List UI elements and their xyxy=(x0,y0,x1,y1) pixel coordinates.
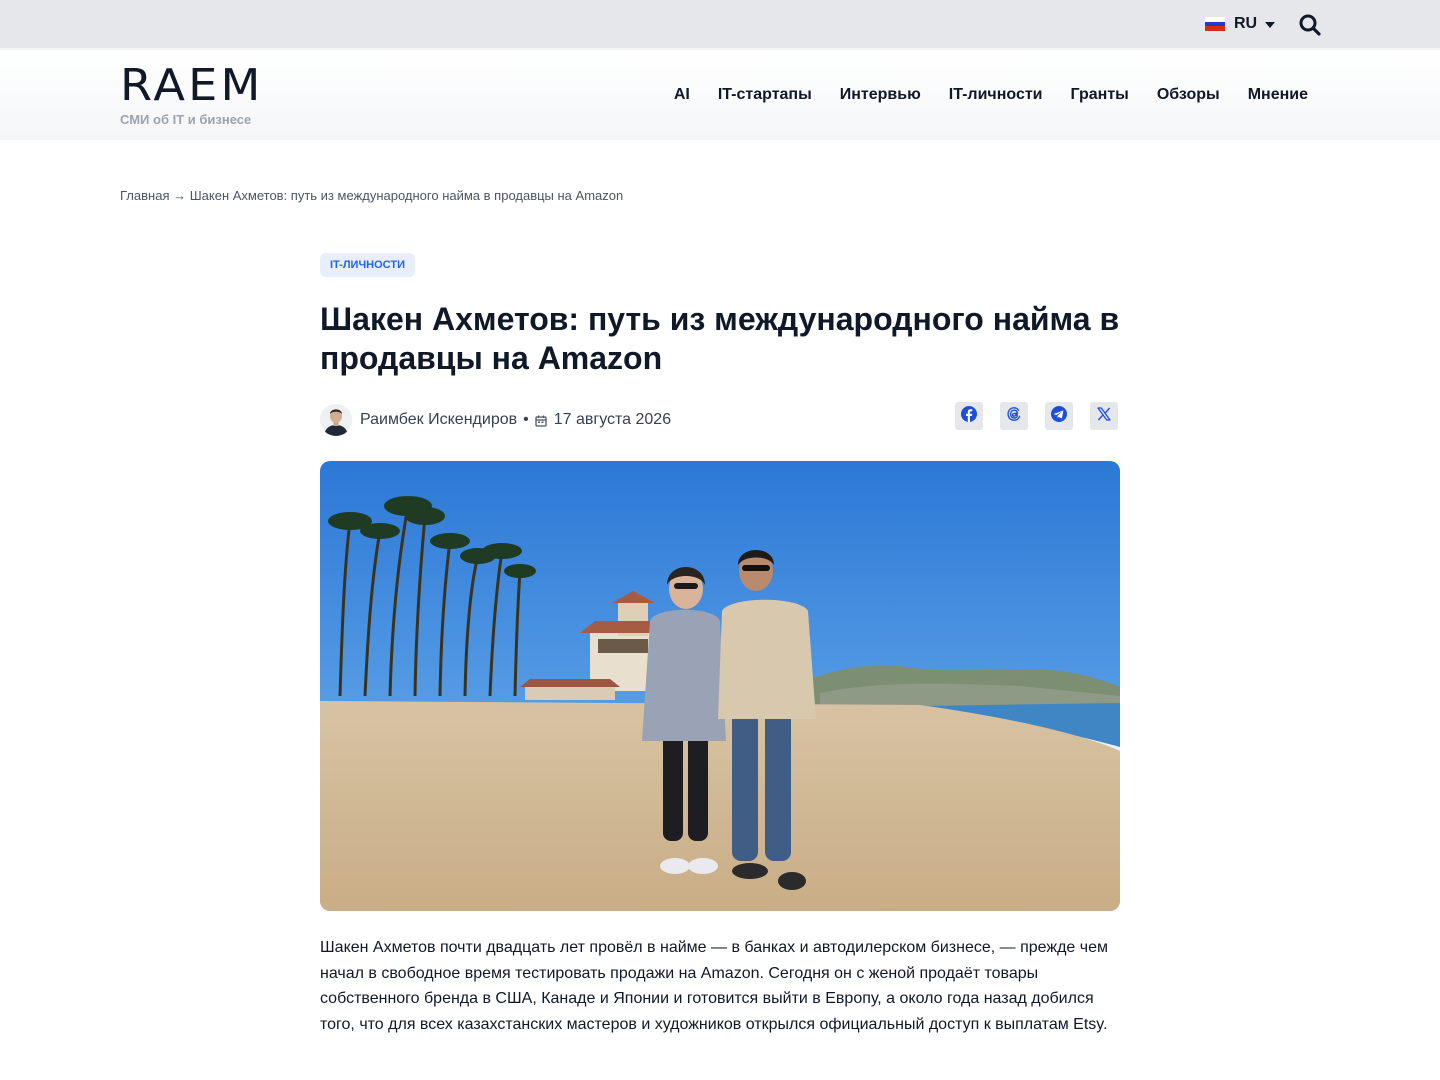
threads-icon xyxy=(1006,406,1022,427)
article-meta: Раимбек Искендиров • 17 августа 2026 xyxy=(320,402,671,438)
author-avatar[interactable] xyxy=(320,404,352,436)
breadcrumb: Главная → Шакен Ахметов: путь из междуна… xyxy=(120,188,623,203)
author-name[interactable]: Раимбек Искендиров xyxy=(360,411,517,429)
russia-flag-icon xyxy=(1205,17,1225,32)
x-icon xyxy=(1096,406,1112,427)
site-logo[interactable]: RAEM СМИ об IT и бизнесе xyxy=(120,64,270,128)
site-header: RAEM СМИ об IT и бизнесе AI IT-стартапы … xyxy=(0,48,1440,140)
logo-tagline: СМИ об IT и бизнесе xyxy=(120,112,252,127)
breadcrumb-current: Шакен Ахметов: путь из международного на… xyxy=(189,188,624,203)
search-icon[interactable] xyxy=(1298,13,1322,37)
top-bar: RU xyxy=(0,0,1440,48)
share-buttons xyxy=(955,402,1118,430)
nav-item-reviews[interactable]: Обзоры xyxy=(1157,86,1220,104)
share-telegram-button[interactable] xyxy=(1045,402,1073,430)
share-facebook-button[interactable] xyxy=(955,402,983,430)
article-title: Шакен Ахметов: путь из международного на… xyxy=(320,301,1120,376)
language-switcher[interactable]: RU xyxy=(1205,14,1276,34)
nav-item-grants[interactable]: Гранты xyxy=(1071,86,1129,104)
calendar-icon xyxy=(535,414,547,427)
article-lead: Шакен Ахметов почти двадцать лет провёл … xyxy=(320,939,1108,1033)
facebook-icon xyxy=(961,405,977,427)
nav-item-interviews[interactable]: Интервью xyxy=(840,86,921,104)
main-nav: AI IT-стартапы Интервью IT-личности Гран… xyxy=(674,86,1308,104)
publish-date: 17 августа 2026 xyxy=(553,411,672,428)
caret-down-icon xyxy=(1265,22,1276,28)
nav-item-ai[interactable]: AI xyxy=(674,86,690,104)
category-badge[interactable]: IT-ЛИЧНОСТИ xyxy=(320,253,415,277)
share-threads-button[interactable] xyxy=(1000,402,1028,430)
telegram-icon xyxy=(1051,405,1067,427)
meta-separator: • xyxy=(523,411,529,428)
logo-text: RAEM xyxy=(120,60,264,111)
nav-item-opinion[interactable]: Мнение xyxy=(1248,86,1308,104)
share-x-button[interactable] xyxy=(1090,402,1118,430)
breadcrumb-home-link[interactable]: Главная xyxy=(120,188,169,203)
language-label: RU xyxy=(1234,15,1258,32)
nav-item-it-people[interactable]: IT-личности xyxy=(949,86,1043,104)
breadcrumb-separator: → xyxy=(173,188,187,203)
nav-item-it-startups[interactable]: IT-стартапы xyxy=(718,86,812,104)
article-hero-image xyxy=(320,461,1120,911)
